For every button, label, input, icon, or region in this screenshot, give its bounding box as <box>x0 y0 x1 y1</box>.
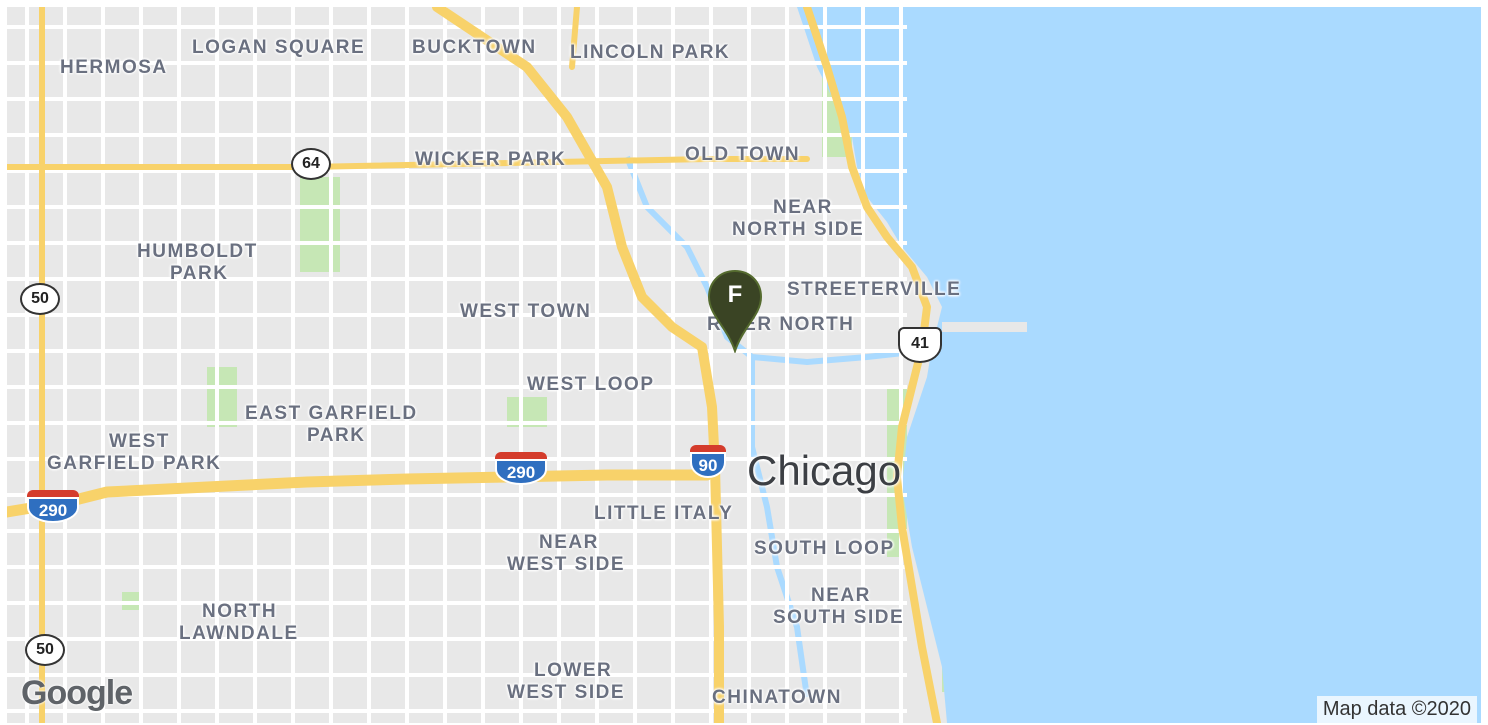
label-near-west-1: NEAR <box>539 532 599 553</box>
label-old-town: OLD TOWN <box>685 144 801 165</box>
label-chinatown: CHINATOWN <box>712 687 842 708</box>
label-west-garfield-2: GARFIELD PARK <box>47 453 222 474</box>
label-near-south-1: NEAR <box>811 585 871 606</box>
label-near-south-2: SOUTH SIDE <box>773 607 905 628</box>
interstate-90-shield: 90 <box>690 445 726 479</box>
label-humboldt-1: HUMBOLDT <box>137 241 258 262</box>
google-logo[interactable]: Google <box>21 674 133 713</box>
label-west-garfield-1: WEST <box>109 431 170 452</box>
interstate-shield-top <box>495 452 547 459</box>
label-east-garfield-2: PARK <box>307 425 366 446</box>
label-west-town: WEST TOWN <box>460 301 592 322</box>
park <box>300 177 340 272</box>
marker-letter: F <box>727 281 743 308</box>
label-south-loop: SOUTH LOOP <box>754 538 895 559</box>
label-hermosa: HERMOSA <box>60 57 168 78</box>
us-route-64-shield: 64 <box>291 148 331 180</box>
map-canvas[interactable]: HERMOSA LOGAN SQUARE BUCKTOWN LINCOLN PA… <box>7 7 1481 723</box>
label-north-lawndale-1: NORTH <box>202 601 278 622</box>
label-lower-west-2: WEST SIDE <box>507 682 626 703</box>
park <box>207 367 237 427</box>
us-route-50-shield-bottom: 50 <box>25 634 65 666</box>
city-label-chicago: Chicago <box>747 447 902 494</box>
interstate-shield-top <box>27 490 79 497</box>
interstate-shield-number: 90 <box>690 452 726 478</box>
interstate-290-shield-west: 290 <box>27 490 79 524</box>
interstate-290-shield-center: 290 <box>495 452 547 486</box>
label-lower-west-1: LOWER <box>534 660 613 681</box>
label-near-north-1: NEAR <box>773 197 833 218</box>
navy-pier <box>942 322 1027 332</box>
label-near-north-2: NORTH SIDE <box>732 219 865 240</box>
label-near-west-2: WEST SIDE <box>507 554 626 575</box>
label-west-loop: WEST LOOP <box>527 374 655 395</box>
interstate-shield-number: 290 <box>495 459 547 485</box>
location-marker[interactable]: F <box>707 269 763 353</box>
label-wicker-park: WICKER PARK <box>415 149 567 170</box>
label-bucktown: BUCKTOWN <box>412 37 537 58</box>
label-north-lawndale-2: LAWNDALE <box>179 623 299 644</box>
interstate-shield-number: 290 <box>27 497 79 523</box>
map-attribution[interactable]: Map data ©2020 <box>1316 696 1477 723</box>
label-humboldt-2: PARK <box>170 263 229 284</box>
label-logan-square: LOGAN SQUARE <box>192 37 366 58</box>
interstate-shield-top <box>690 445 726 452</box>
label-little-italy: LITTLE ITALY <box>594 503 734 524</box>
label-lincoln-park: LINCOLN PARK <box>570 42 731 63</box>
us-route-41-shield: 41 <box>898 327 942 363</box>
label-east-garfield-1: EAST GARFIELD <box>245 403 418 424</box>
label-streeterville: STREETERVILLE <box>787 279 962 300</box>
us-route-50-shield-top: 50 <box>20 283 60 315</box>
